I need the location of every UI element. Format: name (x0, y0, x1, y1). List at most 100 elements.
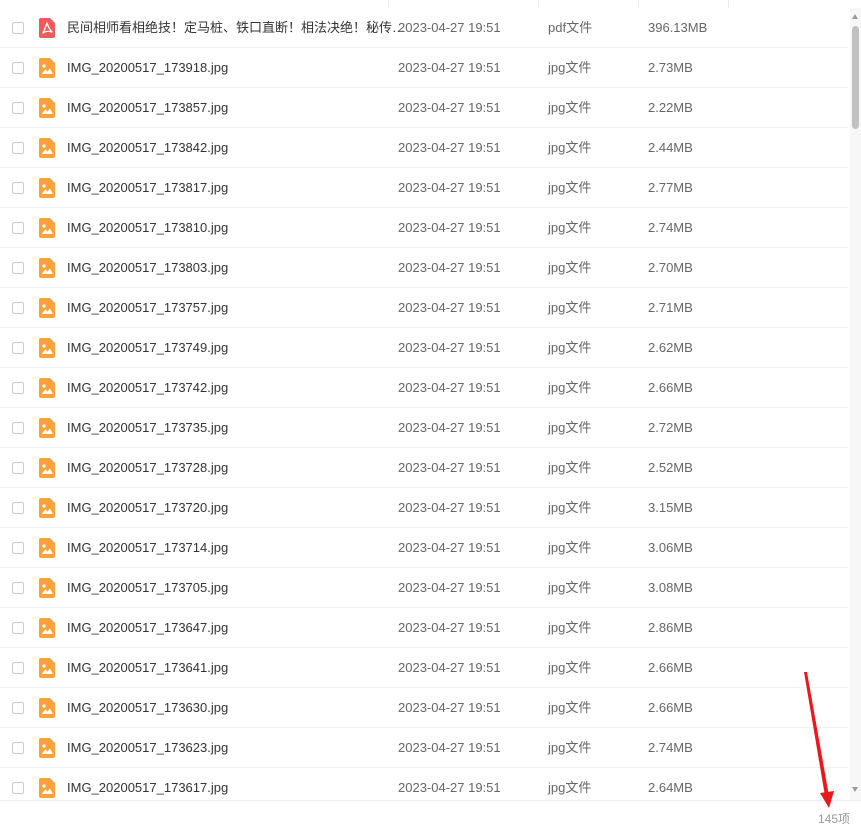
file-type: jpg文件 (548, 140, 592, 155)
row-checkbox[interactable] (12, 782, 24, 794)
file-name[interactable]: IMG_20200517_173918.jpg (67, 48, 228, 88)
image-icon (38, 378, 56, 398)
row-checkbox[interactable] (12, 182, 24, 194)
file-name[interactable]: IMG_20200517_173705.jpg (67, 568, 228, 608)
file-size: 2.86MB (648, 620, 693, 635)
scroll-down-arrow-icon[interactable] (852, 787, 858, 792)
file-size: 2.71MB (648, 300, 693, 315)
row-checkbox[interactable] (12, 702, 24, 714)
file-row[interactable]: IMG_20200517_173720.jpg 2023-04-27 19:51 j… (0, 488, 848, 528)
file-name[interactable]: 民间相师看相绝技！定马桩、铁口直断！相法决绝！秘传… (67, 8, 405, 48)
file-row[interactable]: IMG_20200517_173735.jpg 2023-04-27 19:51 j… (0, 408, 848, 448)
file-name[interactable]: IMG_20200517_173803.jpg (67, 248, 228, 288)
file-row[interactable]: IMG_20200517_173918.jpg 2023-04-27 19:51 j… (0, 48, 848, 88)
file-name[interactable]: IMG_20200517_173810.jpg (67, 208, 228, 248)
file-type: jpg文件 (548, 620, 592, 635)
image-icon (38, 98, 56, 118)
row-checkbox[interactable] (12, 22, 24, 34)
row-checkbox[interactable] (12, 142, 24, 154)
file-row[interactable]: IMG_20200517_173857.jpg 2023-04-27 19:51 j… (0, 88, 848, 128)
file-name[interactable]: IMG_20200517_173728.jpg (67, 448, 228, 488)
file-size: 2.64MB (648, 780, 693, 795)
file-type: jpg文件 (548, 420, 592, 435)
file-row[interactable]: IMG_20200517_173757.jpg 2023-04-27 19:51 j… (0, 288, 848, 328)
file-date: 2023-04-27 19:51 (398, 180, 501, 195)
file-size: 2.66MB (648, 380, 693, 395)
file-size: 3.06MB (648, 540, 693, 555)
file-name[interactable]: IMG_20200517_173617.jpg (67, 768, 228, 800)
file-name[interactable]: IMG_20200517_173720.jpg (67, 488, 228, 528)
file-date: 2023-04-27 19:51 (398, 220, 501, 235)
file-size: 2.74MB (648, 740, 693, 755)
file-row[interactable]: IMG_20200517_173714.jpg 2023-04-27 19:51 j… (0, 528, 848, 568)
file-row[interactable]: IMG_20200517_173705.jpg 2023-04-27 19:51 j… (0, 568, 848, 608)
file-name[interactable]: IMG_20200517_173749.jpg (67, 328, 228, 368)
file-name[interactable]: IMG_20200517_173630.jpg (67, 688, 228, 728)
file-type: jpg文件 (548, 660, 592, 675)
file-type: jpg文件 (548, 100, 592, 115)
file-row[interactable]: IMG_20200517_173842.jpg 2023-04-27 19:51 j… (0, 128, 848, 168)
vertical-scrollbar[interactable] (850, 8, 861, 800)
scroll-up-arrow-icon[interactable] (852, 14, 858, 19)
row-checkbox[interactable] (12, 502, 24, 514)
image-icon (38, 658, 56, 678)
file-row[interactable]: IMG_20200517_173742.jpg 2023-04-27 19:51 j… (0, 368, 848, 408)
row-checkbox[interactable] (12, 462, 24, 474)
file-name[interactable]: IMG_20200517_173817.jpg (67, 168, 228, 208)
row-checkbox[interactable] (12, 742, 24, 754)
row-checkbox[interactable] (12, 542, 24, 554)
file-name[interactable]: IMG_20200517_173714.jpg (67, 528, 228, 568)
image-icon (38, 138, 56, 158)
row-checkbox[interactable] (12, 102, 24, 114)
file-row[interactable]: IMG_20200517_173810.jpg 2023-04-27 19:51 j… (0, 208, 848, 248)
file-date: 2023-04-27 19:51 (398, 540, 501, 555)
image-icon (38, 418, 56, 438)
image-icon (38, 498, 56, 518)
file-name[interactable]: IMG_20200517_173641.jpg (67, 648, 228, 688)
file-row[interactable]: IMG_20200517_173617.jpg 2023-04-27 19:51 j… (0, 768, 848, 800)
file-type: jpg文件 (548, 260, 592, 275)
file-name[interactable]: IMG_20200517_173735.jpg (67, 408, 228, 448)
file-date: 2023-04-27 19:51 (398, 100, 501, 115)
file-date: 2023-04-27 19:51 (398, 580, 501, 595)
file-row[interactable]: IMG_20200517_173749.jpg 2023-04-27 19:51 j… (0, 328, 848, 368)
file-row[interactable]: IMG_20200517_173817.jpg 2023-04-27 19:51 j… (0, 168, 848, 208)
row-checkbox[interactable] (12, 342, 24, 354)
row-checkbox[interactable] (12, 582, 24, 594)
pdf-icon (38, 18, 56, 38)
row-checkbox[interactable] (12, 422, 24, 434)
file-row[interactable]: IMG_20200517_173641.jpg 2023-04-27 19:51 j… (0, 648, 848, 688)
file-row[interactable]: IMG_20200517_173803.jpg 2023-04-27 19:51 j… (0, 248, 848, 288)
file-row[interactable]: IMG_20200517_173630.jpg 2023-04-27 19:51 j… (0, 688, 848, 728)
image-icon (38, 578, 56, 598)
file-name[interactable]: IMG_20200517_173647.jpg (67, 608, 228, 648)
row-checkbox[interactable] (12, 622, 24, 634)
list-footer: 145项 (0, 800, 861, 832)
file-type: jpg文件 (548, 740, 592, 755)
row-checkbox[interactable] (12, 382, 24, 394)
row-checkbox[interactable] (12, 662, 24, 674)
file-name[interactable]: IMG_20200517_173842.jpg (67, 128, 228, 168)
file-size: 2.52MB (648, 460, 693, 475)
file-name[interactable]: IMG_20200517_173623.jpg (67, 728, 228, 768)
file-row[interactable]: IMG_20200517_173623.jpg 2023-04-27 19:51 j… (0, 728, 848, 768)
file-row[interactable]: IMG_20200517_173728.jpg 2023-04-27 19:51 j… (0, 448, 848, 488)
image-icon (38, 618, 56, 638)
file-size: 396.13MB (648, 20, 708, 35)
file-name[interactable]: IMG_20200517_173757.jpg (67, 288, 228, 328)
file-type: pdf文件 (548, 20, 593, 35)
scroll-thumb[interactable] (852, 26, 859, 129)
row-checkbox[interactable] (12, 302, 24, 314)
file-type: jpg文件 (548, 540, 592, 555)
file-type: jpg文件 (548, 380, 592, 395)
file-date: 2023-04-27 19:51 (398, 420, 501, 435)
file-name[interactable]: IMG_20200517_173742.jpg (67, 368, 228, 408)
image-icon (38, 338, 56, 358)
file-name[interactable]: IMG_20200517_173857.jpg (67, 88, 228, 128)
file-row[interactable]: IMG_20200517_173647.jpg 2023-04-27 19:51 j… (0, 608, 848, 648)
file-row[interactable]: 民间相师看相绝技！定马桩、铁口直断！相法决绝！秘传… 2023-04-27 19:… (0, 8, 848, 48)
file-size: 2.74MB (648, 220, 693, 235)
row-checkbox[interactable] (12, 222, 24, 234)
row-checkbox[interactable] (12, 262, 24, 274)
row-checkbox[interactable] (12, 62, 24, 74)
